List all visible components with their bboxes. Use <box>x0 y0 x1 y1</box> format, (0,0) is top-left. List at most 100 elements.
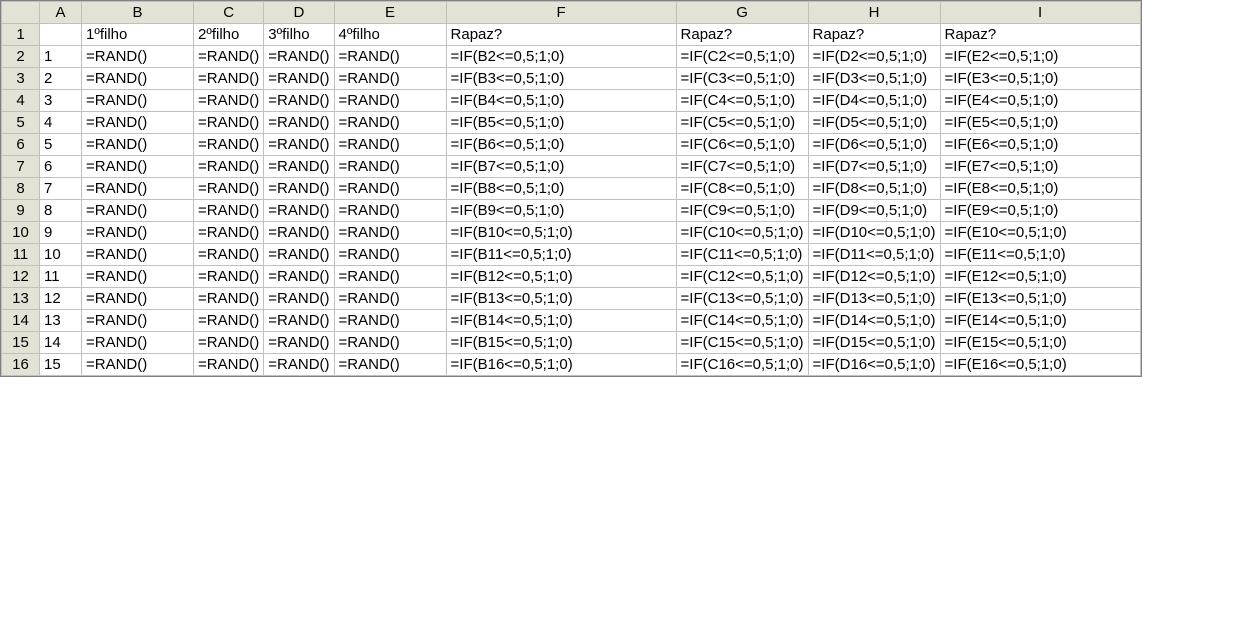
cell[interactable]: Rapaz? <box>446 24 676 46</box>
cell[interactable]: =RAND() <box>194 244 264 266</box>
row-header[interactable]: 11 <box>2 244 40 266</box>
cell[interactable]: =RAND() <box>334 156 446 178</box>
cell[interactable]: =IF(B9<=0,5;1;0) <box>446 200 676 222</box>
cell[interactable]: =RAND() <box>334 266 446 288</box>
cell[interactable]: =IF(E5<=0,5;1;0) <box>940 112 1140 134</box>
cell[interactable]: 3 <box>40 90 82 112</box>
cell[interactable]: =IF(C2<=0,5;1;0) <box>676 46 808 68</box>
cell[interactable]: 5 <box>40 134 82 156</box>
cell[interactable]: =IF(E2<=0,5;1;0) <box>940 46 1140 68</box>
cell[interactable]: 10 <box>40 244 82 266</box>
cell[interactable]: =RAND() <box>334 178 446 200</box>
col-header-F[interactable]: F <box>446 2 676 24</box>
cell[interactable]: =IF(D16<=0,5;1;0) <box>808 354 940 376</box>
cell[interactable]: =RAND() <box>264 332 334 354</box>
cell[interactable]: =RAND() <box>194 310 264 332</box>
cell[interactable]: =RAND() <box>264 178 334 200</box>
cell[interactable]: =IF(D5<=0,5;1;0) <box>808 112 940 134</box>
cell[interactable]: Rapaz? <box>940 24 1140 46</box>
cell[interactable]: =IF(C7<=0,5;1;0) <box>676 156 808 178</box>
row-header[interactable]: 8 <box>2 178 40 200</box>
cell[interactable]: =IF(D6<=0,5;1;0) <box>808 134 940 156</box>
cell[interactable]: =RAND() <box>334 112 446 134</box>
cell[interactable]: =IF(E4<=0,5;1;0) <box>940 90 1140 112</box>
cell[interactable]: =IF(C6<=0,5;1;0) <box>676 134 808 156</box>
cell[interactable]: 15 <box>40 354 82 376</box>
cell[interactable]: =IF(C15<=0,5;1;0) <box>676 332 808 354</box>
cell[interactable]: =IF(B2<=0,5;1;0) <box>446 46 676 68</box>
cell[interactable]: =RAND() <box>264 288 334 310</box>
cell[interactable]: =IF(C10<=0,5;1;0) <box>676 222 808 244</box>
cell[interactable]: =IF(D11<=0,5;1;0) <box>808 244 940 266</box>
cell[interactable]: =IF(D14<=0,5;1;0) <box>808 310 940 332</box>
cell[interactable]: =IF(D7<=0,5;1;0) <box>808 156 940 178</box>
cell[interactable]: =RAND() <box>82 244 194 266</box>
cell[interactable]: =RAND() <box>194 266 264 288</box>
row-header[interactable]: 12 <box>2 266 40 288</box>
cell[interactable]: 1ºfilho <box>82 24 194 46</box>
cell[interactable]: =RAND() <box>264 200 334 222</box>
cell[interactable]: =IF(B4<=0,5;1;0) <box>446 90 676 112</box>
cell[interactable]: =RAND() <box>194 68 264 90</box>
cell[interactable]: 1 <box>40 46 82 68</box>
col-header-G[interactable]: G <box>676 2 808 24</box>
cell[interactable]: =IF(E8<=0,5;1;0) <box>940 178 1140 200</box>
cell[interactable]: =IF(D13<=0,5;1;0) <box>808 288 940 310</box>
cell[interactable]: =RAND() <box>194 200 264 222</box>
cell[interactable]: =IF(B3<=0,5;1;0) <box>446 68 676 90</box>
cell[interactable]: =IF(B5<=0,5;1;0) <box>446 112 676 134</box>
cell[interactable]: =IF(C4<=0,5;1;0) <box>676 90 808 112</box>
cell[interactable]: 6 <box>40 156 82 178</box>
cell[interactable]: =RAND() <box>82 222 194 244</box>
cell[interactable]: =RAND() <box>334 222 446 244</box>
col-header-H[interactable]: H <box>808 2 940 24</box>
select-all-corner[interactable] <box>2 2 40 24</box>
cell[interactable]: =IF(E14<=0,5;1;0) <box>940 310 1140 332</box>
row-header[interactable]: 1 <box>2 24 40 46</box>
cell[interactable]: =RAND() <box>194 178 264 200</box>
cell[interactable]: =IF(D15<=0,5;1;0) <box>808 332 940 354</box>
cell[interactable]: =IF(B14<=0,5;1;0) <box>446 310 676 332</box>
cell[interactable]: =RAND() <box>334 68 446 90</box>
cell[interactable]: 12 <box>40 288 82 310</box>
row-header[interactable]: 14 <box>2 310 40 332</box>
row-header[interactable]: 16 <box>2 354 40 376</box>
cell[interactable]: =RAND() <box>264 46 334 68</box>
cell[interactable]: =IF(B8<=0,5;1;0) <box>446 178 676 200</box>
cell[interactable]: =IF(D3<=0,5;1;0) <box>808 68 940 90</box>
cell[interactable]: 8 <box>40 200 82 222</box>
cell[interactable]: =RAND() <box>264 134 334 156</box>
cell[interactable]: =RAND() <box>194 90 264 112</box>
cell[interactable]: =IF(E6<=0,5;1;0) <box>940 134 1140 156</box>
cell[interactable]: 11 <box>40 266 82 288</box>
cell[interactable]: =IF(B10<=0,5;1;0) <box>446 222 676 244</box>
cell[interactable]: Rapaz? <box>808 24 940 46</box>
cell[interactable]: =RAND() <box>194 222 264 244</box>
row-header[interactable]: 2 <box>2 46 40 68</box>
cell[interactable]: =RAND() <box>194 46 264 68</box>
cell[interactable]: =IF(E7<=0,5;1;0) <box>940 156 1140 178</box>
col-header-A[interactable]: A <box>40 2 82 24</box>
col-header-I[interactable]: I <box>940 2 1140 24</box>
row-header[interactable]: 5 <box>2 112 40 134</box>
cell[interactable]: =RAND() <box>82 332 194 354</box>
row-header[interactable]: 7 <box>2 156 40 178</box>
cell[interactable]: =RAND() <box>264 90 334 112</box>
cell[interactable]: =RAND() <box>264 310 334 332</box>
cell[interactable]: =IF(C14<=0,5;1;0) <box>676 310 808 332</box>
cell[interactable]: =IF(E16<=0,5;1;0) <box>940 354 1140 376</box>
row-header[interactable]: 13 <box>2 288 40 310</box>
cell[interactable]: =RAND() <box>194 332 264 354</box>
cell[interactable]: =RAND() <box>264 68 334 90</box>
cell[interactable]: =IF(D8<=0,5;1;0) <box>808 178 940 200</box>
row-header[interactable]: 9 <box>2 200 40 222</box>
cell[interactable]: =IF(D9<=0,5;1;0) <box>808 200 940 222</box>
cell[interactable]: =RAND() <box>264 156 334 178</box>
cell[interactable]: =IF(B13<=0,5;1;0) <box>446 288 676 310</box>
col-header-D[interactable]: D <box>264 2 334 24</box>
cell[interactable]: Rapaz? <box>676 24 808 46</box>
row-header[interactable]: 10 <box>2 222 40 244</box>
cell[interactable]: =IF(C11<=0,5;1;0) <box>676 244 808 266</box>
cell[interactable]: =RAND() <box>82 178 194 200</box>
cell[interactable]: =RAND() <box>334 332 446 354</box>
